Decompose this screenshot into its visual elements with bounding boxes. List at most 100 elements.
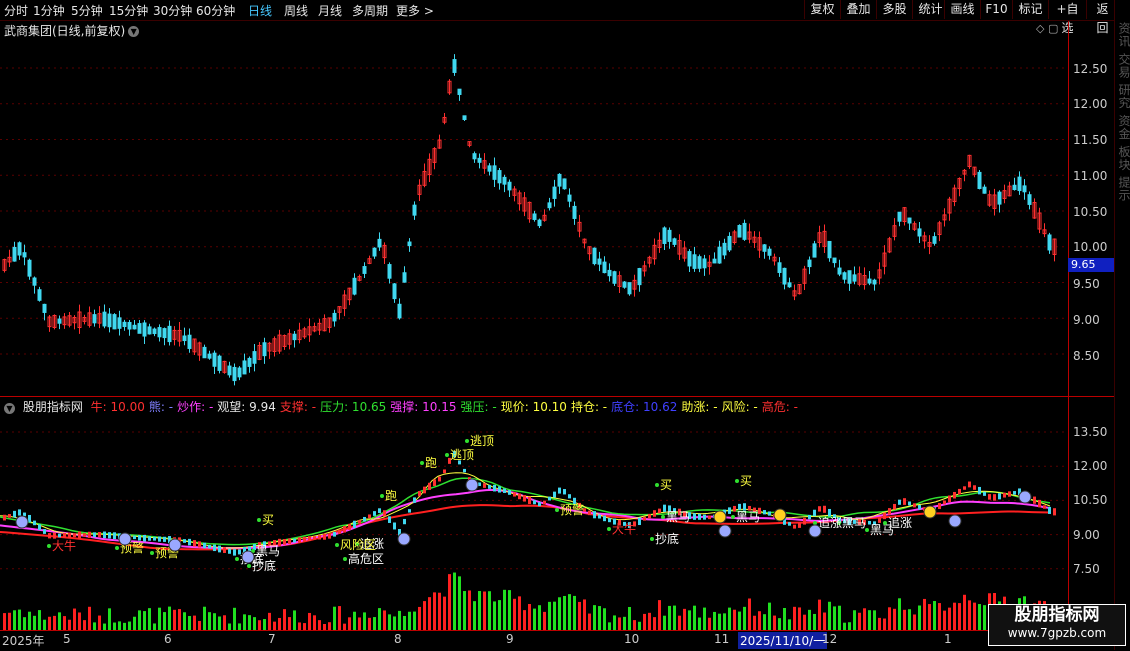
period-30min[interactable]: 30分钟 [153,2,192,19]
indicator-value: 强撑: 10.15 [390,400,457,414]
signal-label: 大牛 [52,538,76,553]
period-5min[interactable]: 5分钟 [71,2,103,19]
y-tick: 9.00 [1073,528,1100,542]
indicator-candle [153,536,156,541]
volume-bar [468,590,471,630]
volume-bar [58,612,61,630]
x-tick: 8 [394,632,402,646]
indicator-candle [438,476,441,482]
indicator-candle [38,524,41,531]
volume-bar [363,612,366,630]
indicator-candle [553,491,556,498]
indicator-candle [378,508,381,514]
candle-body [672,238,677,245]
indicator-candle [603,515,606,522]
diamond-icon[interactable]: ◇ [1036,22,1044,35]
indicator-candle [228,548,231,554]
signal-dot [650,537,654,541]
candle-body [562,178,567,190]
indicator-candle [788,522,791,526]
period-15min[interactable]: 15分钟 [109,2,148,19]
volume-bar [378,608,381,630]
draw-line-button[interactable]: 画线 [944,0,980,19]
volume-bar [738,611,741,630]
volume-bar [393,616,396,630]
period-minute[interactable]: 分时 [4,2,28,19]
signal-label: 追涨 [888,515,912,530]
indicator-candle [563,489,566,495]
candle-body [1017,176,1022,192]
volume-bar [473,601,476,630]
y-tick: 10.50 [1073,205,1108,219]
indicator-candle [188,538,191,546]
indicator-candle [303,536,306,542]
candle-body [1022,185,1027,193]
indicator-candle [643,516,646,521]
adjust-button[interactable]: 复权 [804,0,840,19]
indicator-candle [798,522,801,528]
indicator-candle [248,546,251,552]
period-monthly[interactable]: 月线 [318,2,342,19]
indicator-candle [283,538,286,545]
volume-bar [88,606,91,630]
period-daily[interactable]: 日线 [248,2,272,19]
candle-body [717,246,722,264]
candle-body [982,186,987,194]
candle-body [92,314,97,324]
signal-label: 买 [262,513,274,527]
y-tick: 11.00 [1073,169,1108,183]
indicator-candle [608,518,611,523]
volume-bar [258,620,261,630]
candle-body [722,242,727,256]
volume-bar [788,619,791,630]
candle-body [807,259,812,268]
volume-bar [728,607,731,630]
indicator-candle [233,549,236,556]
multi-stock-button[interactable]: 多股 [876,0,912,19]
indicator-candle [908,501,911,506]
main-price-chart[interactable] [0,21,1068,396]
period-60min[interactable]: 60分钟 [196,2,235,19]
candle-body [622,281,627,288]
window-icon[interactable]: ▢ [1048,22,1058,35]
period-1min[interactable]: 1分钟 [33,2,65,19]
chevron-down-icon[interactable]: ▼ [128,26,140,37]
indicator-candle [3,514,6,521]
volume-bar [498,600,501,630]
indicator-candle [63,533,66,538]
volume-bar [918,605,921,630]
indicator-candle [43,529,46,534]
indicator-chart[interactable]: 逃顶跑逃顶跑买买买预警预警预警大牛大牛黑马黑马黑马黑马黑马抄底抄底抄底追涨追涨追… [0,397,1068,630]
chart-title[interactable]: 武商集团(日线,前复权) ▼ [4,22,140,39]
indicator-candle [813,509,816,517]
indicator-candle [548,496,551,501]
site-watermark: 股朋指标网 www.7gpzb.com [988,604,1126,646]
add-watchlist-button[interactable]: +自选 [1048,0,1086,35]
indicator-candle [1043,505,1046,509]
stats-button[interactable]: 统计 [912,0,948,19]
candle-body [497,170,502,184]
volume-bar [333,606,336,630]
volume-bar [73,608,76,630]
volume-bar [128,621,131,630]
indicator-collapse-icon[interactable]: ▼ [4,403,15,414]
signal-label: 抄底 [655,531,679,546]
period-more[interactable]: 更多 > [396,2,434,19]
indicator-name[interactable]: 股朋指标网 [23,400,83,414]
right-side-tabs[interactable]: 资讯 交易 研究 资金 板块 提示 [1114,0,1130,650]
indicator-candle [158,536,161,542]
candle-body [1027,194,1032,205]
indicator-candle [8,514,11,518]
indicator-value: 强压: - [460,400,497,414]
candle-body [607,269,612,277]
overlay-button[interactable]: 叠加 [840,0,876,19]
volume-bar [293,610,296,630]
f10-button[interactable]: F10 [980,0,1012,19]
volume-bar [348,617,351,630]
volume-bar [528,603,531,630]
mark-button[interactable]: 标记 [1012,0,1048,19]
volume-bar [233,607,236,630]
period-multi[interactable]: 多周期 [352,2,388,19]
period-weekly[interactable]: 周线 [284,2,308,19]
volume-bar [303,623,306,630]
